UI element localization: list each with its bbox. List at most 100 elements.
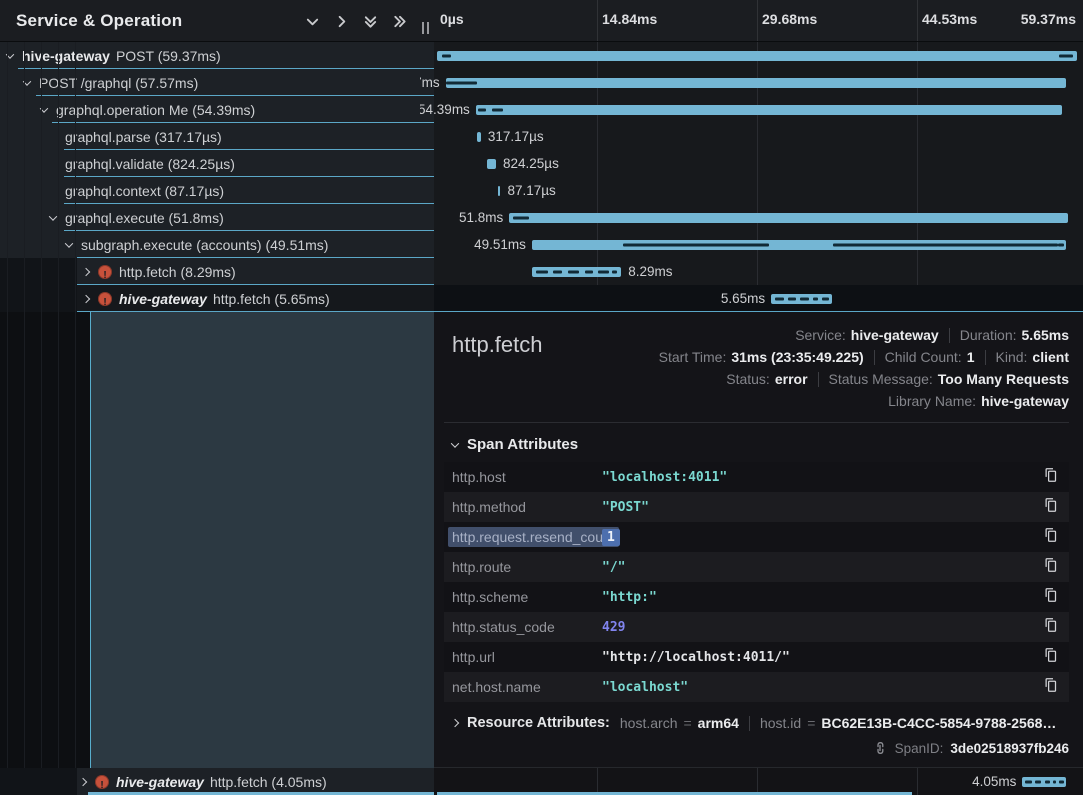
span-tree-row[interactable]: subgraph.execute (accounts) (49.51ms) — [0, 231, 434, 258]
attribute-key: http.host — [452, 469, 602, 485]
expander-icon[interactable] — [77, 779, 89, 785]
expand-one-icon[interactable] — [333, 13, 349, 29]
span-label: subgraph.execute (accounts) (49.51ms) — [81, 237, 328, 253]
span-waterfall-row: 317.17µs — [420, 123, 1083, 150]
meta-label: Child Count: — [885, 349, 962, 365]
copy-icon[interactable] — [1041, 557, 1059, 578]
expander-icon[interactable] — [38, 107, 50, 113]
meta-value: hive-gateway — [851, 327, 939, 343]
span-bar[interactable] — [476, 105, 1062, 115]
span-id-value: 3de02518937fb246 — [950, 741, 1069, 756]
attribute-key: http.route — [452, 559, 602, 575]
span-tree-row[interactable]: graphql.operation Me (54.39ms) — [0, 96, 434, 123]
expander-icon[interactable] — [4, 53, 16, 59]
duration-label: 51.8ms — [459, 204, 503, 231]
attribute-row: http.host"localhost:4011" — [444, 462, 1069, 492]
span-bar[interactable] — [437, 51, 1077, 61]
link-icon[interactable] — [868, 737, 891, 760]
span-tree-row[interactable]: graphql.context (87.17µs) — [0, 177, 434, 204]
span-bar[interactable] — [498, 186, 500, 196]
span-label: http.fetch (5.65ms) — [213, 291, 330, 307]
span-bar[interactable] — [509, 213, 1067, 223]
meta-separator — [874, 350, 875, 365]
copy-icon[interactable] — [1041, 647, 1059, 668]
expander-icon[interactable] — [47, 215, 59, 221]
meta-value: Too Many Requests — [938, 371, 1069, 387]
span-tree: hive-gatewayPOST (59.37ms) POST /graphql… — [0, 42, 434, 312]
expander-icon[interactable] — [21, 80, 33, 86]
meta-value: 5.65ms — [1022, 327, 1069, 343]
span-tree-row[interactable]: hive-gatewayPOST (59.37ms) — [0, 42, 434, 69]
attribute-value: 429 — [602, 620, 1041, 635]
span-tree-row[interactable]: graphql.validate (824.25µs) — [0, 150, 434, 177]
span-bar[interactable] — [532, 240, 1066, 250]
expander-icon[interactable] — [80, 296, 92, 302]
meta-separator — [749, 716, 750, 731]
span-tree-row[interactable]: http.fetch (8.29ms) — [0, 258, 434, 285]
span-label: http.fetch (4.05ms) — [210, 774, 327, 790]
collapse-all-icon[interactable] — [362, 13, 378, 29]
panel-resize-handle[interactable] — [422, 22, 429, 34]
resource-attributes-row[interactable]: Resource Attributes: host.arch=arm64 hos… — [452, 715, 1069, 731]
tick-label: 29.68ms — [762, 11, 817, 27]
resource-key: host.id — [760, 715, 801, 731]
attribute-key: http.status_code — [452, 619, 602, 635]
span-attributes-title: Span Attributes — [467, 436, 578, 453]
selected-row-border — [77, 311, 1083, 312]
attribute-value: "http:" — [602, 590, 1041, 605]
meta-label: Duration: — [960, 327, 1017, 343]
attribute-key: http.url — [452, 649, 602, 665]
tick-label: 59.37ms — [1021, 11, 1076, 27]
span-label: POST /graphql (57.57ms) — [39, 75, 198, 91]
span-bar[interactable] — [1022, 777, 1066, 787]
timeline-ruler: 0µs 14.84ms 29.68ms 44.53ms 59.37ms — [434, 0, 1083, 42]
span-waterfall-row: 824.25µs — [420, 150, 1083, 177]
duration-label: 57.57ms — [420, 69, 440, 96]
span-bar[interactable] — [771, 294, 832, 304]
expander-icon — [47, 161, 59, 167]
meta-label: Kind: — [996, 349, 1028, 365]
error-icon — [95, 775, 109, 789]
copy-icon[interactable] — [1041, 617, 1059, 638]
span-tree-row[interactable]: hive-gateway http.fetch (4.05ms) — [0, 768, 434, 795]
selected-span-expansion-block — [90, 312, 434, 768]
span-waterfall-row: 51.8ms — [420, 204, 1083, 231]
collapse-one-icon[interactable] — [304, 13, 320, 29]
expander-icon[interactable] — [63, 242, 75, 248]
tick-label: 44.53ms — [922, 11, 977, 27]
meta-label: Library Name: — [888, 393, 976, 409]
bottom-waterfall: 4.05ms — [420, 768, 1083, 795]
attribute-row: http.method"POST" — [444, 492, 1069, 522]
span-waterfall-row: 54.39ms — [420, 96, 1083, 123]
attribute-row: http.route"/" — [444, 552, 1069, 582]
span-bar[interactable] — [532, 267, 621, 277]
copy-icon[interactable] — [1041, 527, 1059, 548]
duration-label: 4.05ms — [972, 768, 1016, 795]
expander-icon[interactable] — [80, 269, 92, 275]
duration-label: 8.29ms — [628, 258, 672, 285]
copy-icon[interactable] — [1041, 587, 1059, 608]
expanded-row-left-region — [0, 312, 434, 768]
span-tree-row-selected[interactable]: hive-gatewayhttp.fetch (5.65ms) — [0, 285, 434, 312]
meta-value: 31ms (23:35:49.225) — [731, 349, 863, 365]
span-attributes-toggle[interactable]: Span Attributes — [452, 436, 1069, 453]
span-waterfall-row: 5.65ms — [420, 285, 1083, 312]
span-label: graphql.context (87.17µs) — [65, 183, 224, 199]
span-bar[interactable] — [477, 132, 480, 142]
expand-all-icon[interactable] — [391, 13, 407, 29]
copy-icon[interactable] — [1041, 677, 1059, 698]
span-tree-row[interactable]: graphql.execute (51.8ms) — [0, 204, 434, 231]
span-bar[interactable] — [487, 159, 496, 169]
span-bar[interactable] — [446, 78, 1067, 88]
copy-icon[interactable] — [1041, 467, 1059, 488]
span-tree-row[interactable]: POST /graphql (57.57ms) — [0, 69, 434, 96]
span-id-row: SpanID: 3de02518937fb246 — [444, 740, 1069, 756]
attribute-row-selected: http.request.resend_count1 — [444, 522, 1069, 552]
attribute-value: "localhost" — [602, 680, 1041, 695]
span-tree-row[interactable]: graphql.parse (317.17µs) — [0, 123, 434, 150]
duration-label: 317.17µs — [488, 123, 544, 150]
attribute-key: http.request.resend_count — [448, 527, 619, 547]
meta-label: Status: — [726, 371, 770, 387]
span-service: hive-gateway — [116, 774, 204, 790]
copy-icon[interactable] — [1041, 497, 1059, 518]
